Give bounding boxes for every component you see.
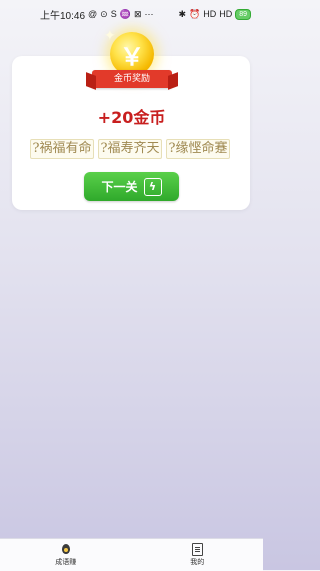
- tab-label: 我的: [190, 558, 205, 566]
- reward-ribbon: 金币奖励: [92, 70, 172, 88]
- signal-icon-2: HD: [219, 8, 233, 19]
- idiom-item[interactable]: ?缘悭命蹇: [166, 139, 230, 159]
- signal-icon-1: HD: [203, 8, 217, 19]
- document-icon: [191, 542, 203, 556]
- idiom-item[interactable]: ?福寿齐天: [98, 139, 162, 159]
- alarm-icon: ⏰: [188, 8, 201, 19]
- notification-icon-2: ⊙: [100, 8, 108, 19]
- reward-amount: +20金币: [97, 108, 166, 127]
- clock: 上午10:46: [40, 10, 86, 22]
- notification-icon-1: @: [88, 8, 98, 19]
- idiom-list: ?祸福有命 ?福寿齐天 ?缘悭命蹇: [30, 139, 230, 159]
- idiom-item[interactable]: ?祸福有命: [30, 139, 94, 159]
- bluetooth-icon: ✱: [178, 8, 186, 19]
- bottom-tab-bar: 成语赚 我的: [0, 538, 263, 571]
- status-right: ✱ ⏰ HD HD 89: [178, 8, 251, 20]
- lightning-icon: ϟ: [143, 177, 162, 196]
- notification-icon-3: S: [110, 8, 117, 19]
- tab-idiom-earn[interactable]: 成语赚: [26, 543, 106, 567]
- next-level-button[interactable]: 下一关 ϟ: [84, 172, 179, 201]
- notification-icon-5: ⊠: [133, 8, 142, 19]
- sparkle-icon: ✦: [104, 28, 116, 44]
- tab-label: 成语赚: [55, 558, 77, 566]
- coin-badge: ￥ ✦ 金币奖励: [90, 28, 174, 100]
- status-left: 上午10:46 @ ⊙ S ♒ ⊠ ⋯: [40, 7, 154, 22]
- more-icon: ⋯: [144, 8, 154, 19]
- next-level-label: 下一关: [101, 180, 138, 194]
- tab-mine[interactable]: 我的: [157, 542, 237, 567]
- battery-icon: 89: [235, 8, 251, 20]
- notification-icon-4: ♒: [119, 8, 131, 19]
- status-bar: 上午10:46 @ ⊙ S ♒ ⊠ ⋯ ✱ ⏰ HD HD 89: [0, 0, 263, 28]
- egg-icon: [60, 543, 72, 555]
